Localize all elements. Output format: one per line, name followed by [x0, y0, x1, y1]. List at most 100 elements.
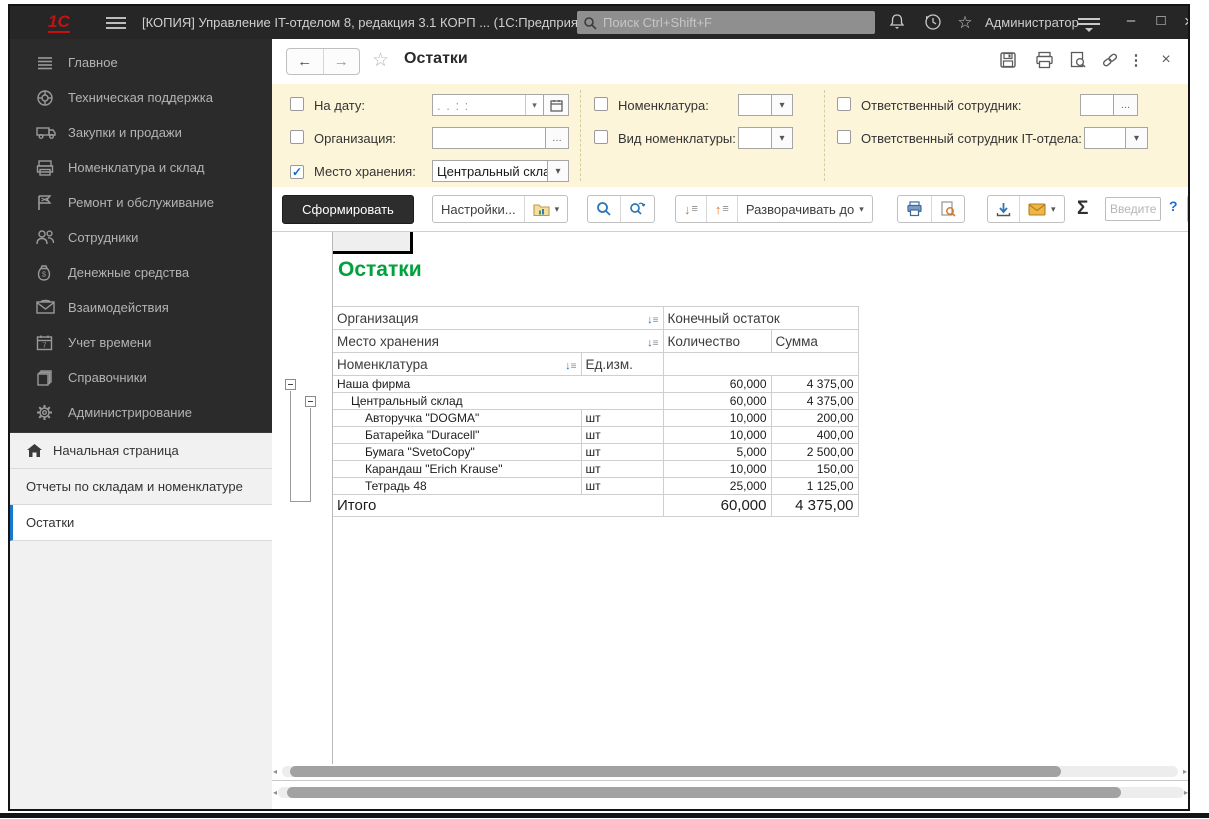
history-icon[interactable] [922, 13, 944, 33]
form-horizontal-scrollbar[interactable]: ◂ ▸ [278, 787, 1184, 798]
cancel-find-button[interactable] [620, 196, 654, 222]
collapse-group-icon[interactable] [285, 379, 296, 390]
scrollbar-thumb[interactable] [290, 766, 1061, 777]
sidebar-item-label: Сотрудники [68, 230, 138, 245]
sidebar-item-support[interactable]: Техническая поддержка [10, 80, 272, 115]
nomenclature-checkbox[interactable] [594, 97, 608, 111]
find-button[interactable] [588, 196, 620, 222]
sidebar-item-administration[interactable]: Администрирование [10, 395, 272, 430]
settings-button[interactable]: Настройки... [433, 196, 524, 222]
storage-caret-button[interactable]: ▾ [547, 160, 569, 182]
organization-input[interactable] [432, 127, 546, 149]
sort-icon[interactable]: ↓≡ [647, 311, 658, 326]
report-variants-button[interactable]: ▾ [524, 196, 568, 222]
sidebar-item-references[interactable]: Справочники [10, 360, 272, 395]
report-row[interactable]: Бумага "SvetoCopy"шт5,0002 500,00 [333, 444, 858, 461]
storage-input[interactable]: Центральный склад [432, 160, 548, 182]
sidebar-item-repair[interactable]: Ремонт и обслуживание [10, 185, 272, 220]
save-icon[interactable] [996, 51, 1020, 71]
sidebar-item-nomenclature[interactable]: Номенклатура и склад [10, 150, 272, 185]
report-horizontal-scrollbar[interactable]: ◂ ▸ [282, 766, 1178, 777]
organization-select-button[interactable]: … [545, 127, 569, 149]
add-favorite-star-icon[interactable]: ☆ [372, 49, 389, 72]
collapse-rows-button[interactable]: ↓≡ [676, 196, 706, 222]
search-input[interactable] [603, 15, 833, 30]
on-date-caret-icon[interactable]: ▾ [525, 95, 543, 115]
sidebar-item-time[interactable]: 7Учет времени [10, 325, 272, 360]
close-form-icon[interactable]: × [1154, 51, 1178, 71]
scroll-right-icon[interactable]: ▸ [1183, 766, 1187, 777]
scroll-right-icon[interactable]: ▸ [1184, 787, 1188, 798]
storage-checkbox[interactable]: ✓ [290, 165, 304, 179]
responsible-input[interactable] [1080, 94, 1114, 116]
report-row[interactable]: Авторучка "DOGMA"шт10,000200,00 [333, 410, 858, 427]
service-menu-icon[interactable] [1078, 15, 1100, 31]
calendar-button[interactable] [543, 94, 569, 116]
scroll-left-icon[interactable]: ◂ [273, 787, 277, 798]
favorites-star-icon[interactable]: ☆ [954, 13, 976, 33]
close-window-button[interactable]: × [1176, 12, 1190, 32]
responsible-it-checkbox[interactable] [837, 130, 851, 144]
col-quantity[interactable]: Количество [663, 330, 771, 353]
expand-rows-button[interactable]: ↑≡ [706, 196, 737, 222]
sidebar-item-money[interactable]: $Денежные средства [10, 255, 272, 290]
save-report-button[interactable] [988, 196, 1019, 222]
sort-icon[interactable]: ↓≡ [565, 357, 576, 372]
responsible-select-button[interactable]: … [1113, 94, 1138, 116]
report-row[interactable]: Центральный склад60,0004 375,00 [333, 393, 858, 410]
spreadsheet-corner-cell[interactable] [333, 232, 413, 254]
notifications-bell-icon[interactable] [886, 13, 908, 33]
nomenclature-kind-caret-button[interactable]: ▾ [771, 127, 793, 149]
nomenclature-caret-button[interactable]: ▾ [771, 94, 793, 116]
nomenclature-kind-checkbox[interactable] [594, 130, 608, 144]
print-report-button[interactable] [898, 196, 931, 222]
nomenclature-kind-input[interactable] [738, 127, 772, 149]
print-preview-button[interactable] [931, 196, 964, 222]
more-actions-button[interactable]: Ещё [1187, 195, 1188, 223]
collapse-group-icon[interactable] [305, 396, 316, 407]
responsible-it-input[interactable] [1084, 127, 1126, 149]
total-row[interactable]: Итого 60,000 4 375,00 [333, 495, 858, 517]
autosum-button[interactable]: Σ [1077, 198, 1088, 220]
sidebar-item-purchases[interactable]: Закупки и продажи [10, 115, 272, 150]
col-end-balance[interactable]: Конечный остаток [663, 307, 858, 330]
forward-button[interactable]: → [324, 49, 360, 74]
report-row[interactable]: Наша фирма60,0004 375,00 [333, 376, 858, 393]
get-link-icon[interactable] [1098, 51, 1122, 71]
quick-filter-input[interactable] [1105, 197, 1161, 221]
minimize-button[interactable]: – [1118, 12, 1144, 29]
help-button[interactable]: ? [1169, 198, 1178, 214]
back-button[interactable]: ← [287, 49, 324, 74]
on-date-checkbox[interactable] [290, 97, 304, 111]
sidebar-tab-reports[interactable]: Отчеты по складам и номенклатуре [10, 469, 272, 505]
responsible-checkbox[interactable] [837, 97, 851, 111]
report-row[interactable]: Тетрадь 48шт25,0001 125,00 [333, 478, 858, 495]
global-search[interactable] [577, 11, 875, 34]
responsible-it-caret-button[interactable]: ▾ [1125, 127, 1148, 149]
scrollbar-thumb[interactable] [287, 787, 1121, 798]
sidebar-item-employees[interactable]: Сотрудники [10, 220, 272, 255]
send-mail-button[interactable]: ▾ [1019, 196, 1064, 222]
more-menu-icon[interactable]: ⋮ [1124, 51, 1148, 71]
menu-icon [36, 54, 56, 72]
generate-button[interactable]: Сформировать [282, 195, 414, 224]
main-menu-icon[interactable] [106, 14, 126, 30]
preview-icon[interactable] [1066, 51, 1090, 71]
print-icon[interactable] [1032, 51, 1056, 71]
sidebar-tab-home[interactable]: Начальная страница [10, 433, 272, 469]
report-row[interactable]: Батарейка "Duracell"шт10,000400,00 [333, 427, 858, 444]
col-unit[interactable]: Ед.изм. [581, 353, 663, 376]
current-user[interactable]: Администратор [985, 15, 1079, 30]
organization-checkbox[interactable] [290, 130, 304, 144]
sidebar-item-main[interactable]: Главное [10, 45, 272, 80]
scroll-left-icon[interactable]: ◂ [273, 766, 277, 777]
sort-icon[interactable]: ↓≡ [647, 334, 658, 349]
sidebar-item-interactions[interactable]: Взаимодействия [10, 290, 272, 325]
nomenclature-input[interactable] [738, 94, 772, 116]
col-sum[interactable]: Сумма [771, 330, 858, 353]
on-date-input[interactable]: . . : : ▾ [432, 94, 544, 116]
maximize-button[interactable]: □ [1148, 12, 1174, 29]
expand-to-button[interactable]: Разворачивать до▾ [737, 196, 872, 222]
report-row[interactable]: Карандаш "Erich Krause"шт10,000150,00 [333, 461, 858, 478]
sidebar-tab-balances[interactable]: Остатки [10, 505, 272, 541]
